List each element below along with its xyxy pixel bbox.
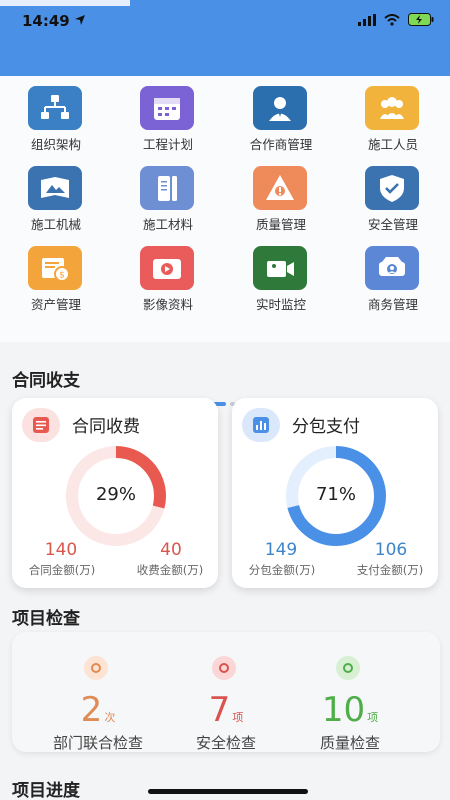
grid-item[interactable]: 工程计划 (112, 80, 224, 156)
income-card[interactable]: 合同收费 29% 140 合同金额(万) 40 收费金额(万) (12, 398, 218, 588)
inspection-label: 安全检查 (195, 734, 256, 752)
workers-icon (365, 86, 419, 130)
inspection-count-value: 7 (208, 690, 231, 730)
inspection-count: 2次 (28, 690, 168, 730)
grid-item[interactable]: 质量管理 (225, 160, 337, 236)
payment-paid-amount-label: 支付金额(万) (356, 563, 424, 577)
battery-charging-icon (408, 13, 434, 26)
grid-item-label: 施工机械 (30, 217, 81, 232)
machinery-icon (28, 166, 82, 210)
grid-item-label: 安全管理 (367, 217, 418, 232)
quality-icon (253, 166, 307, 210)
inspection-count-unit: 次 (104, 711, 116, 724)
grid-item[interactable]: $ 资产管理 (0, 240, 112, 316)
status-dot-icon (212, 656, 236, 680)
income-contract-amount-label: 合同金额(万) (28, 563, 96, 577)
grid-item-label: 影像资料 (142, 297, 193, 312)
media-icon (140, 246, 194, 290)
inspection-label: 部门联合检查 (52, 734, 143, 752)
bar-chart-icon (242, 408, 280, 442)
app-header: 14:49 (0, 0, 450, 76)
payment-subcontract-amount-label: 分包金额(万) (248, 563, 316, 577)
grid-item[interactable]: 商务管理 (337, 240, 449, 316)
payment-subcontract-amount: 149 (264, 540, 298, 560)
grid-item[interactable]: 施工人员 (337, 80, 449, 156)
grid-item-label: 质量管理 (255, 217, 306, 232)
contract-section-title: 合同收支 (12, 371, 80, 391)
grid-item-label: 施工材料 (142, 217, 193, 232)
partner-icon (253, 86, 307, 130)
grid-item[interactable]: 合作商管理 (225, 80, 337, 156)
income-contract-amount: 140 (44, 540, 78, 560)
calendar-icon (140, 86, 194, 130)
payment-paid-amount: 106 (374, 540, 408, 560)
income-received-amount: 40 (160, 540, 182, 560)
inspection-count: 7项 (156, 690, 296, 730)
inspection-label: 质量检查 (319, 734, 380, 752)
inspection-item[interactable]: 7 项安全检查 (156, 640, 296, 752)
status-time: 14:49 (22, 12, 70, 30)
monitor-icon (253, 246, 307, 290)
materials-icon (140, 166, 194, 210)
income-percent: 29% (95, 484, 136, 505)
grid-item-label: 组织架构 (30, 137, 81, 152)
income-received-amount-label: 收费金额(万) (136, 563, 204, 577)
location-arrow-icon (75, 15, 85, 25)
status-dot-icon (84, 656, 108, 680)
payment-percent: 71% (315, 484, 356, 505)
grid-item-label: 施工人员 (367, 137, 418, 152)
inspection-count-value: 2 (80, 690, 103, 730)
asset-icon: $ (28, 246, 82, 290)
grid-item-label: 商务管理 (367, 297, 418, 312)
grid-item-label: 实时监控 (255, 297, 306, 312)
org-chart-icon (28, 86, 82, 130)
grid-item[interactable]: 施工机械 (0, 160, 112, 236)
cellular-signal-icon (358, 13, 376, 26)
grid-item[interactable]: 施工材料 (112, 160, 224, 236)
progress-section-title: 项目进度 (12, 781, 80, 800)
inspection-item[interactable]: 2 次部门联合检查 (28, 640, 168, 752)
svg-text:$: $ (59, 271, 65, 281)
grid-item[interactable]: 安全管理 (337, 160, 449, 236)
home-indicator[interactable] (148, 789, 308, 794)
status-bar: 14:49 (0, 0, 450, 44)
inspection-count-value: 10 (321, 690, 366, 730)
grid-item-label: 资产管理 (30, 297, 81, 312)
inspection-count: 10 项 (280, 690, 420, 730)
shield-icon (365, 166, 419, 210)
grid-item[interactable]: 影像资料 (112, 240, 224, 316)
inspection-section-title: 项目检查 (12, 609, 80, 629)
wifi-icon (384, 13, 400, 26)
status-dot-icon (336, 656, 360, 680)
feature-grid: 组织架构 工程计划 合作商管理 施工人员施工机械 施工材料 质量管理 安全管理 $ 资产管理 影像… (0, 76, 450, 406)
inspection-count-unit: 项 (232, 711, 244, 724)
grid-item[interactable]: 实时监控 (225, 240, 337, 316)
grid-item-label: 合作商管理 (249, 137, 313, 152)
grid-item[interactable]: 组织架构 (0, 80, 112, 156)
income-card-title: 合同收费 (72, 417, 140, 437)
payment-card[interactable]: 分包支付 71% 149 分包金额(万) 106 支付金额(万) (232, 398, 438, 588)
payment-card-title: 分包支付 (292, 417, 360, 437)
business-icon (365, 246, 419, 290)
inspection-item[interactable]: 10 项质量检查 (280, 640, 420, 752)
inspection-count-unit: 项 (367, 711, 379, 724)
grid-item-label: 工程计划 (142, 137, 193, 152)
inspection-panel: 2 次部门联合检查 7 项安全检查 10 项质量检查 (12, 632, 440, 752)
document-icon (22, 408, 60, 442)
